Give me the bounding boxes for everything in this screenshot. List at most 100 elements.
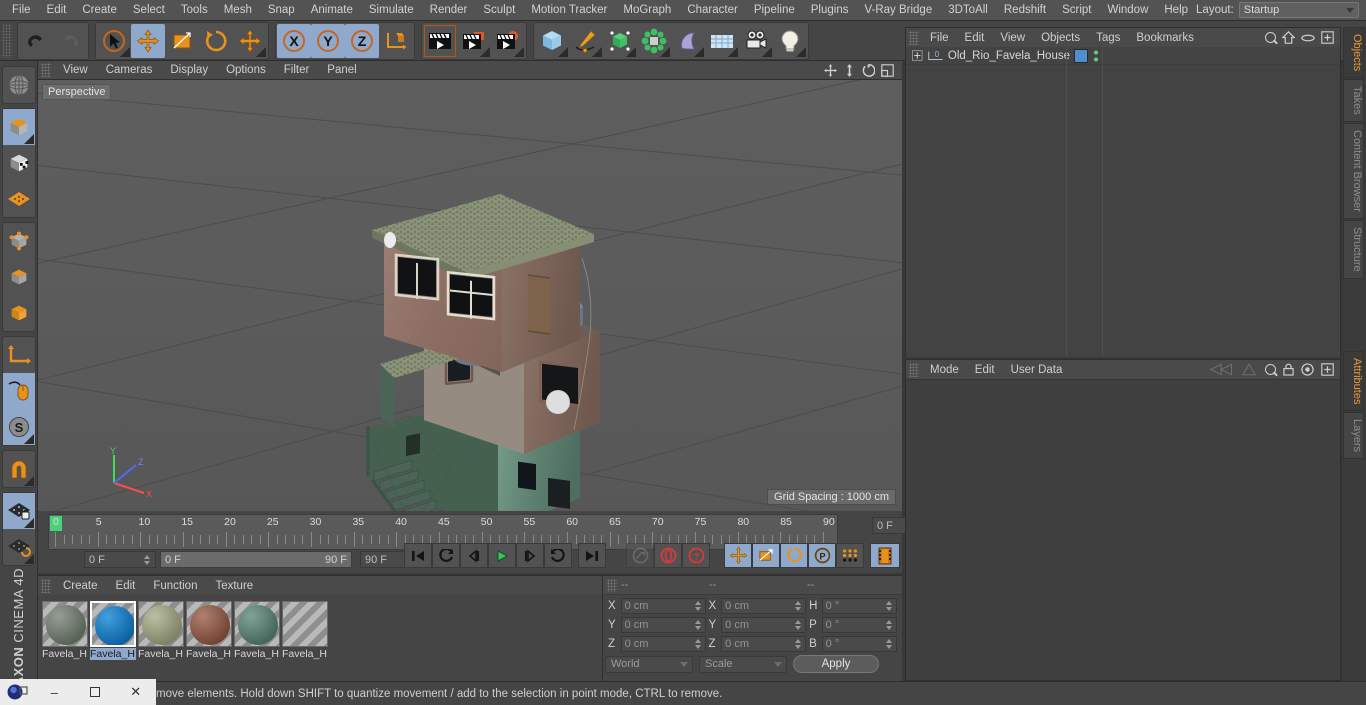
orbit-icon[interactable] xyxy=(862,63,875,77)
timeline-scrollbar[interactable]: 0 F 90 F xyxy=(160,551,352,568)
dock-tab-layers[interactable]: Layers xyxy=(1343,412,1364,460)
maximize-button[interactable] xyxy=(75,687,116,697)
menu-simulate[interactable]: Simulate xyxy=(361,0,422,20)
search-icon[interactable] xyxy=(1263,31,1276,44)
edges-mode-button[interactable] xyxy=(3,259,35,295)
camera-button[interactable] xyxy=(739,24,773,58)
previous-key-button[interactable] xyxy=(432,543,460,568)
maximize-viewport-icon[interactable] xyxy=(881,63,894,77)
mograph-button[interactable] xyxy=(637,24,671,58)
rotation-field[interactable]: 0 ° xyxy=(821,598,897,614)
search-icon[interactable] xyxy=(1263,363,1276,376)
enable-axis-button[interactable] xyxy=(3,337,35,373)
parameter-key-button[interactable]: P xyxy=(808,543,836,568)
viewport-menu-filter[interactable]: Filter xyxy=(275,61,319,79)
render-to-picture-viewer-button[interactable] xyxy=(457,24,491,58)
pen-spline-button[interactable] xyxy=(569,24,603,58)
timeline-filmstrip-button[interactable] xyxy=(870,543,900,568)
world-object-coordinates-button[interactable] xyxy=(379,24,413,58)
workplane-button[interactable] xyxy=(3,181,35,217)
autokeying-button[interactable] xyxy=(626,543,654,568)
move-world-button[interactable] xyxy=(233,24,267,58)
spinner-icon[interactable] xyxy=(694,618,702,632)
go-to-start-button[interactable] xyxy=(404,543,432,568)
attributes-body[interactable] xyxy=(906,379,1340,679)
texture-mode-button[interactable] xyxy=(3,145,35,181)
menu-help[interactable]: Help xyxy=(1156,0,1196,20)
menu-tools[interactable]: Tools xyxy=(173,0,216,20)
object-menu-view[interactable]: View xyxy=(992,29,1033,47)
previous-frame-button[interactable] xyxy=(460,543,488,568)
deformer-button[interactable] xyxy=(671,24,705,58)
viewport-menu-display[interactable]: Display xyxy=(161,61,217,79)
dock-tab-content-browser[interactable]: Content Browser xyxy=(1343,123,1364,219)
menu-vray-bridge[interactable]: V-Ray Bridge xyxy=(856,0,940,20)
pan-icon[interactable] xyxy=(824,63,837,77)
menu-select[interactable]: Select xyxy=(125,0,173,20)
layout-dropdown[interactable]: Startup xyxy=(1238,2,1359,18)
material-item[interactable]: Favela_H xyxy=(90,601,136,660)
spinner-icon[interactable] xyxy=(885,637,893,651)
scale-key-button[interactable] xyxy=(752,543,780,568)
viewport-menu-grip[interactable] xyxy=(41,63,51,77)
object-menu-objects[interactable]: Objects xyxy=(1033,29,1088,47)
material-item[interactable]: Favela_H xyxy=(186,601,232,660)
material-item[interactable]: Favela_H xyxy=(138,601,184,660)
lock-z-axis-button[interactable]: Z xyxy=(345,23,379,58)
rotate-tool-button[interactable] xyxy=(199,24,233,58)
position-field[interactable]: 0 cm xyxy=(620,598,706,614)
history-forward-icon[interactable] xyxy=(1242,363,1256,376)
subdivision-surface-button[interactable] xyxy=(603,24,637,58)
cube-primitive-button[interactable] xyxy=(535,24,569,58)
planar-workplane-button[interactable] xyxy=(3,529,35,565)
model-mode-button[interactable] xyxy=(2,109,35,145)
position-field[interactable]: 0 cm xyxy=(620,617,706,633)
dock-tab-attributes[interactable]: Attributes xyxy=(1343,350,1364,412)
material-swatch[interactable] xyxy=(186,601,232,647)
object-menu-file[interactable]: File xyxy=(922,29,957,47)
object-menu-tags[interactable]: Tags xyxy=(1088,29,1128,47)
menu-create[interactable]: Create xyxy=(74,0,125,20)
menu-mesh[interactable]: Mesh xyxy=(216,0,260,20)
dock-tab-takes[interactable]: Takes xyxy=(1343,79,1364,123)
rotation-field[interactable]: 0 ° xyxy=(821,617,897,633)
scale-tool-button[interactable] xyxy=(165,24,199,58)
close-button[interactable]: ✕ xyxy=(115,684,156,700)
go-to-end-button[interactable] xyxy=(578,543,606,568)
rotation-field[interactable]: 0 ° xyxy=(821,636,897,652)
menu-mograph[interactable]: MoGraph xyxy=(615,0,679,20)
object-menu-edit[interactable]: Edit xyxy=(957,29,993,47)
new-tab-icon[interactable] xyxy=(1321,363,1334,376)
move-tool-button[interactable] xyxy=(131,23,165,58)
object-tree[interactable]: 0 Old_Rio_Favela_House xyxy=(906,47,1340,357)
material-menu-create[interactable]: Create xyxy=(54,577,107,595)
start-frame-field[interactable]: 0 F xyxy=(84,551,156,568)
undo-button[interactable] xyxy=(19,24,53,58)
menu-character[interactable]: Character xyxy=(679,0,746,20)
expand-plus-icon[interactable] xyxy=(912,50,923,61)
render-settings-button[interactable] xyxy=(491,24,525,58)
new-tab-icon[interactable] xyxy=(1321,31,1334,44)
lock-icon[interactable] xyxy=(1283,363,1294,376)
pin-icon[interactable] xyxy=(1301,363,1314,376)
viewport-menu-cameras[interactable]: Cameras xyxy=(97,61,162,79)
menu-window[interactable]: Window xyxy=(1099,0,1156,20)
viewport-3d[interactable]: Perspective Y X Z Grid Spacing: 1000 cm xyxy=(38,80,902,511)
dolly-icon[interactable] xyxy=(843,63,856,77)
polygons-mode-button[interactable] xyxy=(3,295,35,331)
lock-workplane-button[interactable] xyxy=(2,493,35,529)
position-field[interactable]: 0 cm xyxy=(620,636,706,652)
coordinate-system-dropdown[interactable]: World xyxy=(605,655,693,673)
lock-x-axis-button[interactable]: X xyxy=(277,23,311,58)
spinner-icon[interactable] xyxy=(694,637,702,651)
material-swatch[interactable] xyxy=(282,601,328,647)
position-key-button[interactable] xyxy=(724,543,752,568)
dock-tab-objects[interactable]: Objects xyxy=(1343,27,1364,79)
material-menu-grip[interactable] xyxy=(41,578,51,593)
material-swatch[interactable] xyxy=(42,601,88,647)
next-key-button[interactable] xyxy=(544,543,572,568)
spinner-icon[interactable] xyxy=(794,618,802,632)
spinner-icon[interactable] xyxy=(143,553,151,567)
viewport-solo-button[interactable] xyxy=(2,373,35,409)
menu-3dtoall[interactable]: 3DToAll xyxy=(940,0,996,20)
